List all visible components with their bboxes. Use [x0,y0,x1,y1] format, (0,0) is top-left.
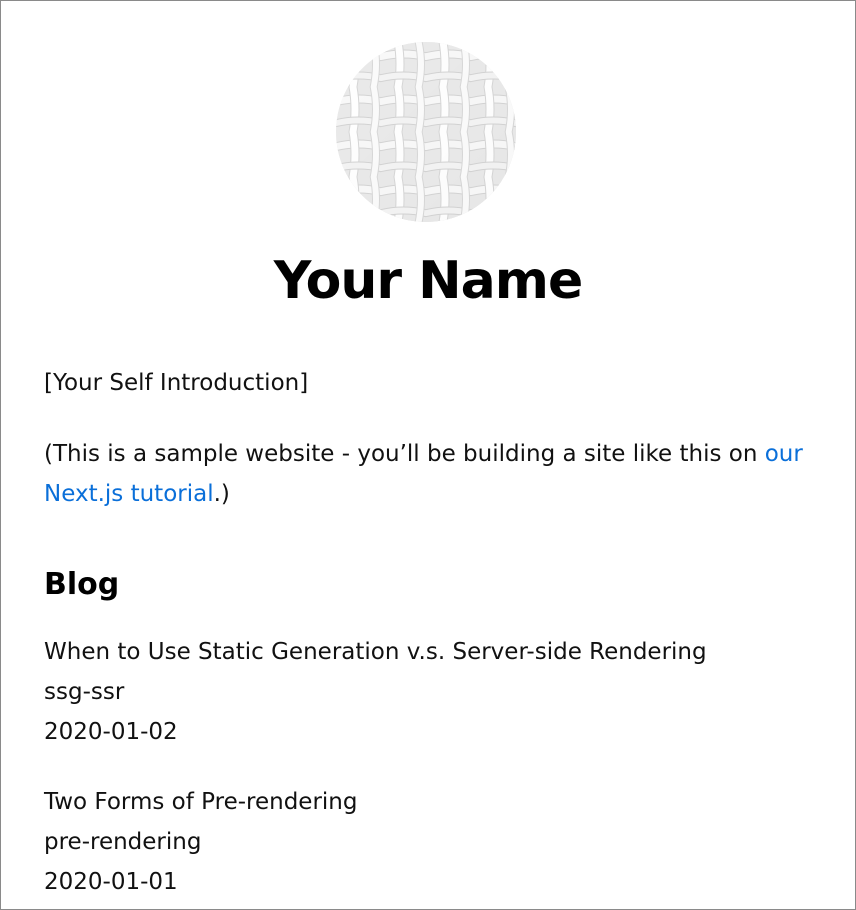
blog-post-item: When to Use Static Generation v.s. Serve… [44,632,707,752]
blog-post-date: 2020-01-02 [44,719,178,745]
blog-post-date: 2020-01-01 [44,869,178,895]
blog-post-title: When to Use Static Generation v.s. Serve… [44,639,707,665]
self-introduction: [Your Self Introduction] [44,370,309,396]
blog-post-id: pre-rendering [44,829,202,855]
sample-notice-suffix: .) [213,481,230,507]
blog-post-item: Two Forms of Pre-rendering pre-rendering… [44,782,357,902]
profile-name: Your Name [273,251,583,311]
browser-page: Your Name [Your Self Introduction] (This… [0,0,856,910]
woven-pattern-avatar-icon [336,42,516,222]
blog-post-title: Two Forms of Pre-rendering [44,789,358,815]
sample-notice: (This is a sample website - you’ll be bu… [44,434,814,514]
blog-heading: Blog [44,567,120,602]
blog-post-id: ssg-ssr [44,679,125,705]
profile-avatar [336,42,516,222]
sample-notice-prefix: (This is a sample website - you’ll be bu… [44,441,765,467]
